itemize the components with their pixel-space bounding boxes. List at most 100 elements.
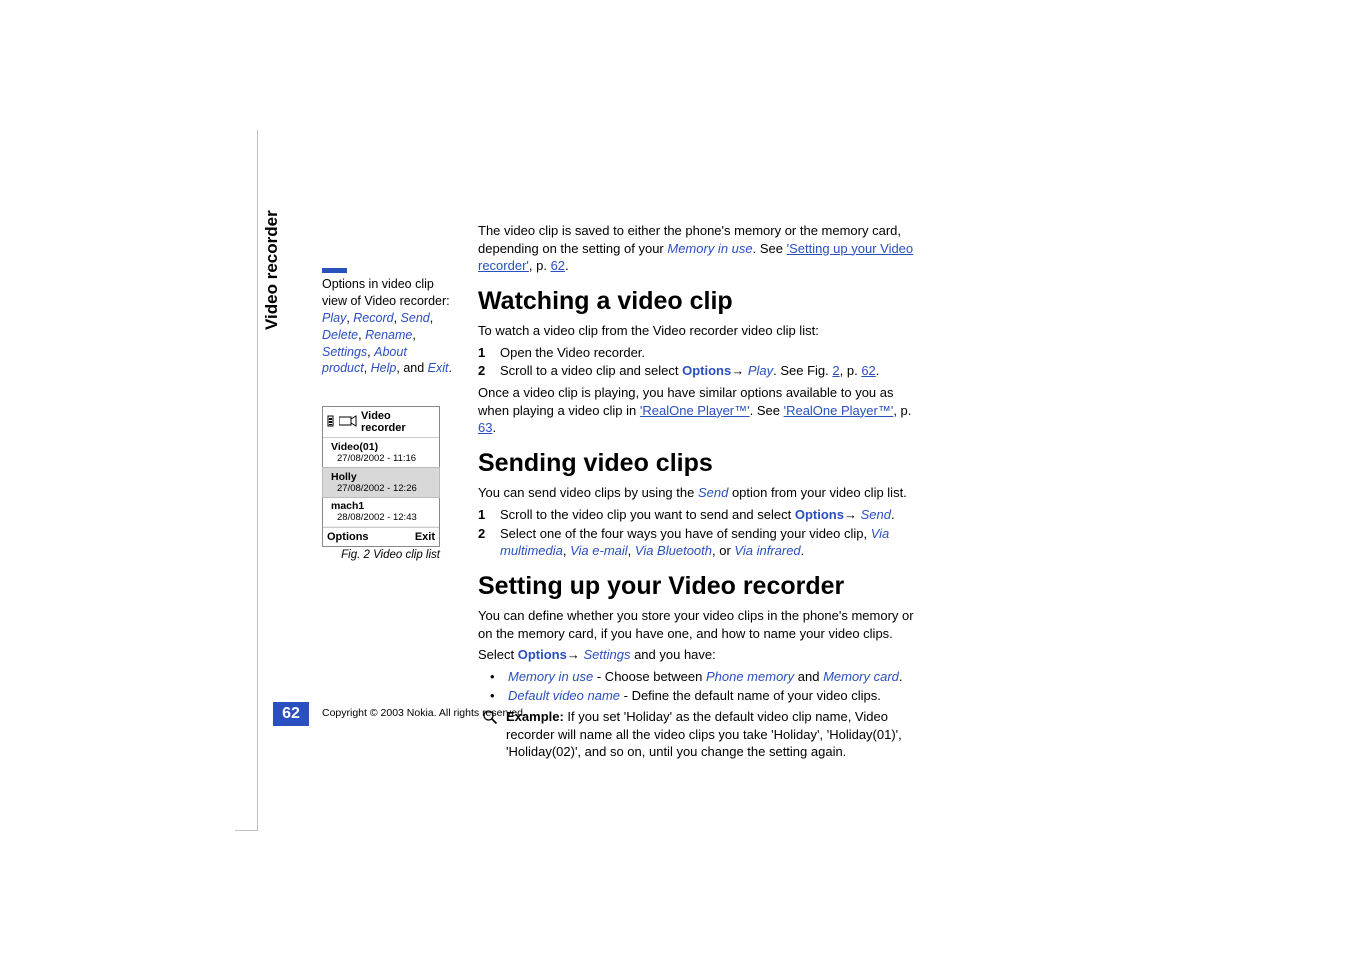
note-prefix: Options in video clip view of Video reco… xyxy=(322,277,450,308)
send-term: Send xyxy=(698,485,728,500)
opt-play: Play xyxy=(322,311,346,325)
arrow-icon: → xyxy=(844,507,861,522)
link-realone-1[interactable]: 'RealOne Player™' xyxy=(640,403,750,418)
bullet-text: Memory in use - Choose between Phone mem… xyxy=(508,668,903,686)
opt-exit: Exit xyxy=(428,361,449,375)
text: and you have: xyxy=(630,647,715,662)
note-and: , and xyxy=(396,361,427,375)
text: , xyxy=(628,543,635,558)
example-text: Example: If you set 'Holiday' as the def… xyxy=(506,708,928,761)
memory-in-use-term: Memory in use xyxy=(508,669,593,684)
text: . xyxy=(492,420,496,435)
left-margin-rule xyxy=(235,130,258,831)
text: Select xyxy=(478,647,518,662)
page-ref[interactable]: 63 xyxy=(478,420,492,435)
text: . xyxy=(876,363,880,378)
phone-memory-term: Phone memory xyxy=(706,669,794,684)
arrow-icon: → xyxy=(731,363,748,378)
clip-meta: 27/08/2002 - 12:26 xyxy=(331,483,433,494)
options-keyword: Options xyxy=(795,507,844,522)
text: and xyxy=(794,669,823,684)
text: , xyxy=(563,543,570,558)
bullet-default-video-name: • Default video name - Define the defaul… xyxy=(490,687,928,705)
text: . See xyxy=(750,403,784,418)
phone-softkeys: Options Exit xyxy=(323,527,439,546)
text: option from your video clip list. xyxy=(728,485,906,500)
bullet-memory-in-use: • Memory in use - Choose between Phone m… xyxy=(490,668,928,686)
figure-video-clip-list: Video recorder Video(01) 27/08/2002 - 11… xyxy=(322,406,440,561)
step-1: 1 Open the Video recorder. xyxy=(478,344,928,362)
text: . xyxy=(899,669,903,684)
step-number: 1 xyxy=(478,344,490,362)
bullet-icon: • xyxy=(490,687,498,705)
text: , or xyxy=(712,543,734,558)
send-intro: You can send video clips by using the Se… xyxy=(478,484,928,502)
opt-send: Send xyxy=(401,311,430,325)
options-keyword: Options xyxy=(518,647,567,662)
clip-meta: 28/08/2002 - 12:43 xyxy=(331,512,433,523)
step-text: Scroll to the video clip you want to sen… xyxy=(500,506,895,524)
opt-delete: Delete xyxy=(322,328,358,342)
clip-name: mach1 xyxy=(331,500,433,512)
step-number: 2 xyxy=(478,525,490,560)
text: - Choose between xyxy=(593,669,706,684)
list-item-selected: Holly 27/08/2002 - 12:26 xyxy=(322,467,440,498)
text: You can send video clips by using the xyxy=(478,485,698,500)
page-ref[interactable]: 62 xyxy=(551,258,565,273)
text: Select one of the four ways you have of … xyxy=(500,526,871,541)
setup-intro: You can define whether you store your vi… xyxy=(478,607,928,642)
step-text: Scroll to a video clip and select Option… xyxy=(500,362,879,380)
send-steps: 1 Scroll to the video clip you want to s… xyxy=(478,506,928,560)
text: - Define the default name of your video … xyxy=(620,688,881,703)
opt-record: Record xyxy=(353,311,393,325)
via-email: Via e-mail xyxy=(570,543,628,558)
page-number: 62 xyxy=(273,702,309,726)
step-number: 1 xyxy=(478,506,490,524)
options-keyword: Options xyxy=(682,363,731,378)
copyright-text: Copyright © 2003 Nokia. All rights reser… xyxy=(322,707,526,719)
text: , p. xyxy=(529,258,551,273)
opt-help: Help xyxy=(371,361,397,375)
intro-paragraph: The video clip is saved to either the ph… xyxy=(478,222,928,275)
default-video-name-term: Default video name xyxy=(508,688,620,703)
opt-settings: Settings xyxy=(322,345,367,359)
link-realone-2[interactable]: 'RealOne Player™' xyxy=(784,403,894,418)
phone-screen: Video recorder Video(01) 27/08/2002 - 11… xyxy=(322,406,440,547)
step-text: Select one of the four ways you have of … xyxy=(500,525,928,560)
page-ref[interactable]: 62 xyxy=(861,363,875,378)
via-bluetooth: Via Bluetooth xyxy=(635,543,712,558)
fig-ref[interactable]: 2 xyxy=(832,363,839,378)
clip-name: Video(01) xyxy=(331,441,433,453)
sidebar-options-note: Options in video clip view of Video reco… xyxy=(322,268,452,377)
bullet-text: Default video name - Define the default … xyxy=(508,687,881,705)
text: . xyxy=(565,258,569,273)
step-2: 2 Scroll to a video clip and select Opti… xyxy=(478,362,928,380)
text: Scroll to a video clip and select xyxy=(500,363,682,378)
phone-title: Video recorder xyxy=(361,410,435,434)
softkey-left[interactable]: Options xyxy=(327,531,369,543)
text: . xyxy=(801,543,805,558)
example-note: Example: If you set 'Holiday' as the def… xyxy=(482,708,928,761)
step-text: Open the Video recorder. xyxy=(500,344,645,362)
text: , p. xyxy=(893,403,911,418)
list-item: Video(01) 27/08/2002 - 11:16 xyxy=(323,438,439,468)
watch-note: Once a video clip is playing, you have s… xyxy=(478,384,928,437)
clip-meta: 27/08/2002 - 11:16 xyxy=(331,453,433,464)
text: . xyxy=(891,507,895,522)
opt-rename: Rename xyxy=(365,328,412,342)
note-accent-bar xyxy=(322,268,347,273)
step-1: 1 Scroll to the video clip you want to s… xyxy=(478,506,928,524)
phone-titlebar: Video recorder xyxy=(323,407,439,438)
heading-watching: Watching a video clip xyxy=(478,285,928,319)
heading-sending: Sending video clips xyxy=(478,447,928,481)
text: Scroll to the video clip you want to sen… xyxy=(500,507,795,522)
play-option: Play xyxy=(748,363,773,378)
watch-intro: To watch a video clip from the Video rec… xyxy=(478,322,928,340)
via-infrared: Via infrared xyxy=(734,543,800,558)
softkey-right[interactable]: Exit xyxy=(415,531,435,543)
battery-icon xyxy=(327,415,335,430)
main-content: The video clip is saved to either the ph… xyxy=(478,218,928,761)
text: , p. xyxy=(840,363,862,378)
clip-name: Holly xyxy=(331,471,433,483)
send-option: Send xyxy=(861,507,891,522)
